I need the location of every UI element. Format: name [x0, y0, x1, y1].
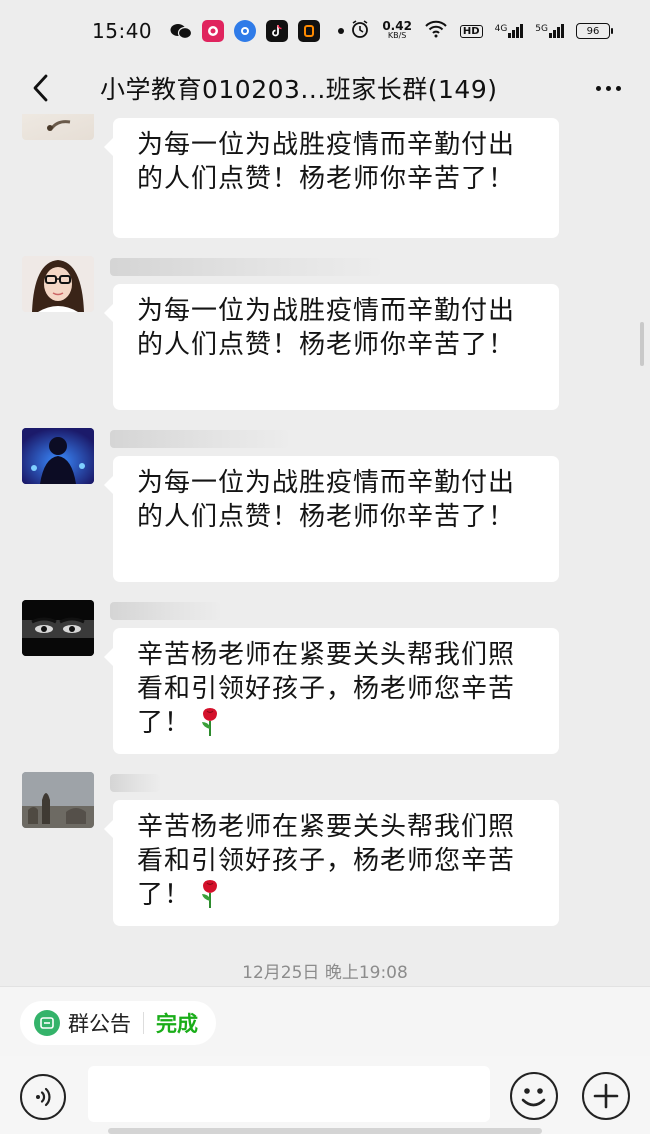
scrollbar[interactable] [640, 322, 644, 366]
avatar[interactable] [22, 256, 94, 312]
pinduoduo-icon [202, 20, 225, 42]
more-notifications-dot [338, 28, 345, 34]
alarm-icon [350, 19, 370, 43]
hd-badge: HD [459, 24, 483, 38]
group-notice-bar: 群公告 完成 [0, 986, 650, 1056]
status-bar: 15:40 0.42 KB/S HD 4G 5G 96 [0, 0, 650, 62]
signal-4g-label: 4G [494, 24, 508, 34]
message-bubble[interactable]: 辛苦杨老师在紧要关头帮我们照看和引领好孩子，杨老师您辛苦了！ [104, 800, 559, 926]
more-dot [595, 85, 601, 91]
sender-name-blurred [110, 602, 220, 620]
rose-icon [202, 708, 218, 736]
message-bubble[interactable]: 为每一位为战胜疫情而辛勤付出的人们点赞！杨老师你辛苦了！ [104, 118, 559, 238]
chat-input-bar [0, 1056, 650, 1134]
signal-5g-label: 5G [535, 24, 548, 34]
message-timestamp: 12月25日 晚上19:08 [242, 963, 408, 983]
avatar[interactable] [22, 600, 94, 656]
battery-level: 96 [586, 25, 600, 37]
browser-icon [234, 20, 257, 42]
message-list[interactable]: 为每一位为战胜疫情而辛勤付出的人们点赞！杨老师你辛苦了！ 为每一位为战胜疫情而辛… [0, 114, 650, 988]
emoji-button[interactable] [510, 1072, 558, 1120]
message-bubble[interactable]: 为每一位为战胜疫情而辛勤付出的人们点赞！杨老师你辛苦了！ [104, 456, 559, 582]
voice-input-button[interactable] [20, 1074, 66, 1120]
sender-name-blurred [110, 258, 380, 276]
chevron-left-icon [33, 74, 48, 102]
signal-5g-icon: 5G [535, 24, 564, 38]
system-indicators: 0.42 KB/S HD 4G 5G 96 [350, 19, 613, 43]
sender-name-blurred [110, 774, 160, 792]
done-button[interactable]: 完成 [156, 1008, 198, 1038]
message-text: 为每一位为战胜疫情而辛勤付出的人们点赞！杨老师你辛苦了！ [137, 468, 516, 532]
plus-icon [593, 1083, 619, 1109]
avatar[interactable] [22, 114, 94, 140]
voice-icon [36, 1087, 51, 1107]
avatar[interactable] [22, 772, 94, 828]
message-text: 为每一位为战胜疫情而辛勤付出的人们点赞！杨老师你辛苦了！ [137, 296, 516, 360]
kuaishou-icon [298, 20, 321, 42]
signal-4g-icon: 4G [495, 24, 524, 38]
net-speed-unit: KB/S [387, 31, 407, 40]
more-options-button[interactable] [588, 68, 628, 108]
more-dot [605, 85, 611, 91]
announcement-icon [34, 1010, 60, 1036]
chat-header: 小学教育010203...班家长群(149) [0, 62, 650, 114]
divider [143, 1012, 144, 1034]
status-time: 15:40 [92, 19, 153, 43]
battery-icon: 96 [576, 23, 613, 39]
message-bubble[interactable]: 为每一位为战胜疫情而辛勤付出的人们点赞！杨老师你辛苦了！ [104, 284, 559, 410]
net-speed: 0.42 KB/S [382, 19, 412, 41]
wechat-icon [170, 20, 193, 42]
rose-icon [202, 880, 218, 908]
message-bubble[interactable]: 辛苦杨老师在紧要关头帮我们照看和引领好孩子，杨老师您辛苦了！ [104, 628, 559, 754]
group-notice-chip[interactable]: 群公告 完成 [20, 1001, 216, 1045]
wifi-icon [424, 20, 448, 42]
douyin-icon [266, 20, 289, 42]
more-functions-button[interactable] [582, 1072, 630, 1120]
message-text: 辛苦杨老师在紧要关头帮我们照看和引领好孩子，杨老师您辛苦了！ [137, 812, 516, 910]
chat-title: 小学教育010203...班家长群(149) [100, 75, 498, 104]
home-indicator [108, 1128, 542, 1134]
smiley-icon [521, 1088, 546, 1107]
net-speed-value: 0.42 [382, 19, 412, 33]
back-button[interactable] [22, 68, 58, 108]
notification-icons [170, 20, 345, 42]
message-text: 辛苦杨老师在紧要关头帮我们照看和引领好孩子，杨老师您辛苦了！ [137, 640, 516, 738]
message-input[interactable] [88, 1066, 490, 1122]
message-text: 为每一位为战胜疫情而辛勤付出的人们点赞！杨老师你辛苦了！ [137, 130, 516, 194]
more-dot [615, 85, 621, 91]
sender-name-blurred [110, 430, 288, 448]
group-notice-label: 群公告 [68, 1012, 131, 1036]
avatar[interactable] [22, 428, 94, 484]
